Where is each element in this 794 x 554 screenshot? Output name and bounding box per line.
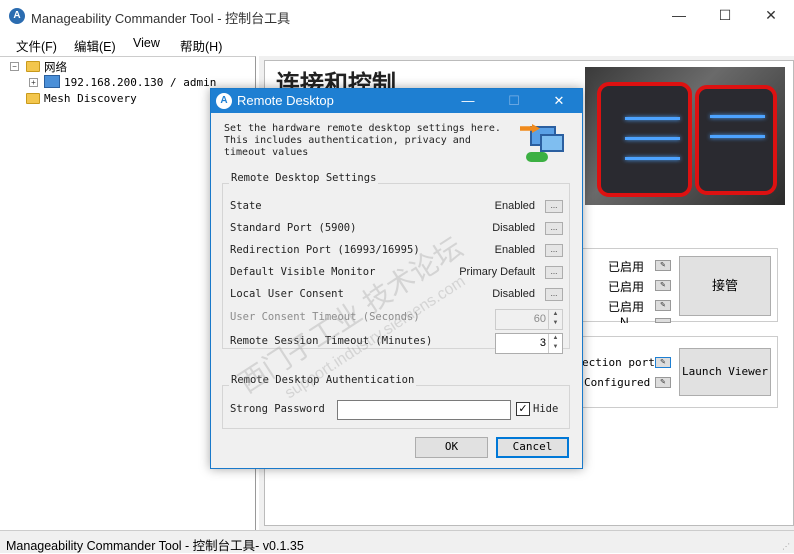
- hide-label: Hide: [533, 403, 559, 415]
- status-value: 已启用: [608, 260, 645, 274]
- dialog-minimize-button[interactable]: —: [453, 89, 483, 113]
- minimize-button[interactable]: —: [656, 0, 702, 31]
- redirection-port-text: ection port: [582, 356, 655, 369]
- state-edit-button[interactable]: ...: [545, 200, 563, 213]
- cancel-button[interactable]: Cancel: [496, 437, 569, 458]
- menu-view[interactable]: View: [133, 36, 160, 50]
- tree-root-network[interactable]: 网络: [44, 59, 67, 75]
- password-label: Strong Password: [230, 403, 325, 415]
- dialog-title-bar: A Remote Desktop — ☐ ✕: [211, 89, 582, 113]
- redirection-port-label: Redirection Port (16993/16995): [230, 244, 420, 256]
- auth-group-label: Remote Desktop Authentication: [229, 374, 417, 386]
- folder-icon: [26, 61, 40, 72]
- menu-file[interactable]: 文件(F): [16, 36, 57, 55]
- folder-icon: [26, 93, 40, 104]
- session-timeout-label: Remote Session Timeout (Minutes): [230, 335, 433, 347]
- app-icon: A: [216, 93, 232, 109]
- local-user-consent-value: Disabled: [492, 288, 535, 300]
- dialog-maximize-button[interactable]: ☐: [499, 89, 529, 113]
- configured-text: Configured: [584, 376, 651, 389]
- status-value-cut: N: [620, 315, 629, 323]
- status-bar: Manageability Commander Tool - 控制台工具- v0…: [0, 530, 794, 553]
- tree-expand-toggle[interactable]: +: [29, 78, 38, 87]
- hide-checkbox[interactable]: ✓: [516, 402, 530, 416]
- computer-icon: [44, 75, 60, 88]
- menu-edit[interactable]: 编辑(E): [74, 36, 116, 55]
- tree-node-mesh[interactable]: Mesh Discovery: [44, 92, 137, 105]
- tree-node-device[interactable]: 192.168.200.130 / admin: [64, 76, 216, 89]
- state-label: State: [230, 200, 262, 212]
- tree-collapse-toggle[interactable]: −: [10, 62, 19, 71]
- menu-help[interactable]: 帮助(H): [180, 36, 222, 55]
- default-monitor-value: Primary Default: [459, 266, 535, 278]
- dialog-description: Set the hardware remote desktop settings…: [224, 123, 501, 158]
- window-title: Manageability Commander Tool - 控制台工具: [31, 11, 291, 26]
- local-user-consent-edit-button[interactable]: ...: [545, 288, 563, 301]
- dialog-close-button[interactable]: ✕: [544, 89, 574, 113]
- session-timeout-stepper[interactable]: 3 ▲ ▼: [495, 333, 563, 354]
- edit-icon[interactable]: ✎: [655, 300, 671, 311]
- app-icon: A: [9, 8, 25, 24]
- close-button[interactable]: ✕: [748, 0, 794, 31]
- consent-timeout-stepper: 60 ▲ ▼: [495, 309, 563, 330]
- resize-grip-icon[interactable]: ⋰: [782, 542, 790, 551]
- edit-icon[interactable]: [655, 318, 671, 323]
- consent-timeout-label: User Consent Timeout (Seconds): [230, 311, 420, 323]
- password-input[interactable]: [337, 400, 511, 420]
- status-text: Manageability Commander Tool - 控制台工具- v0…: [6, 539, 304, 553]
- maximize-button[interactable]: ☐: [702, 0, 748, 31]
- computer-photo: [585, 67, 785, 205]
- redirection-port-edit-button[interactable]: ...: [545, 244, 563, 257]
- redirection-port-value: Enabled: [494, 244, 535, 256]
- edit-icon[interactable]: ✎: [655, 280, 671, 291]
- status-value: 已启用: [608, 300, 645, 314]
- standard-port-value: Disabled: [492, 222, 535, 234]
- standard-port-edit-button[interactable]: ...: [545, 222, 563, 235]
- edit-icon[interactable]: ✎: [655, 377, 671, 388]
- launch-viewer-button[interactable]: Launch Viewer: [679, 348, 771, 396]
- settings-group-label: Remote Desktop Settings: [229, 172, 379, 184]
- edit-icon[interactable]: ✎: [655, 357, 671, 368]
- remote-desktop-dialog: A Remote Desktop — ☐ ✕ Set the hardware …: [210, 88, 583, 469]
- takeover-button[interactable]: 接管: [679, 256, 771, 316]
- title-bar: A Manageability Commander Tool - 控制台工具 —…: [0, 0, 794, 31]
- state-value: Enabled: [494, 200, 535, 212]
- dialog-title: Remote Desktop: [237, 93, 334, 108]
- ok-button[interactable]: OK: [415, 437, 488, 458]
- default-monitor-edit-button[interactable]: ...: [545, 266, 563, 279]
- stepper-arrows-icon[interactable]: ▲ ▼: [548, 334, 562, 353]
- standard-port-label: Standard Port (5900): [230, 222, 357, 234]
- default-monitor-label: Default Visible Monitor: [230, 266, 376, 278]
- consent-timeout-value: 60: [533, 313, 546, 325]
- session-timeout-value: 3: [539, 337, 546, 349]
- stepper-arrows-icon: ▲ ▼: [548, 310, 562, 329]
- edit-icon[interactable]: ✎: [655, 260, 671, 271]
- status-value: 已启用: [608, 280, 645, 294]
- menu-bar: 文件(F) 编辑(E) View 帮助(H): [0, 31, 794, 56]
- remote-desktop-icon: [520, 122, 566, 164]
- local-user-consent-label: Local User Consent: [230, 288, 344, 300]
